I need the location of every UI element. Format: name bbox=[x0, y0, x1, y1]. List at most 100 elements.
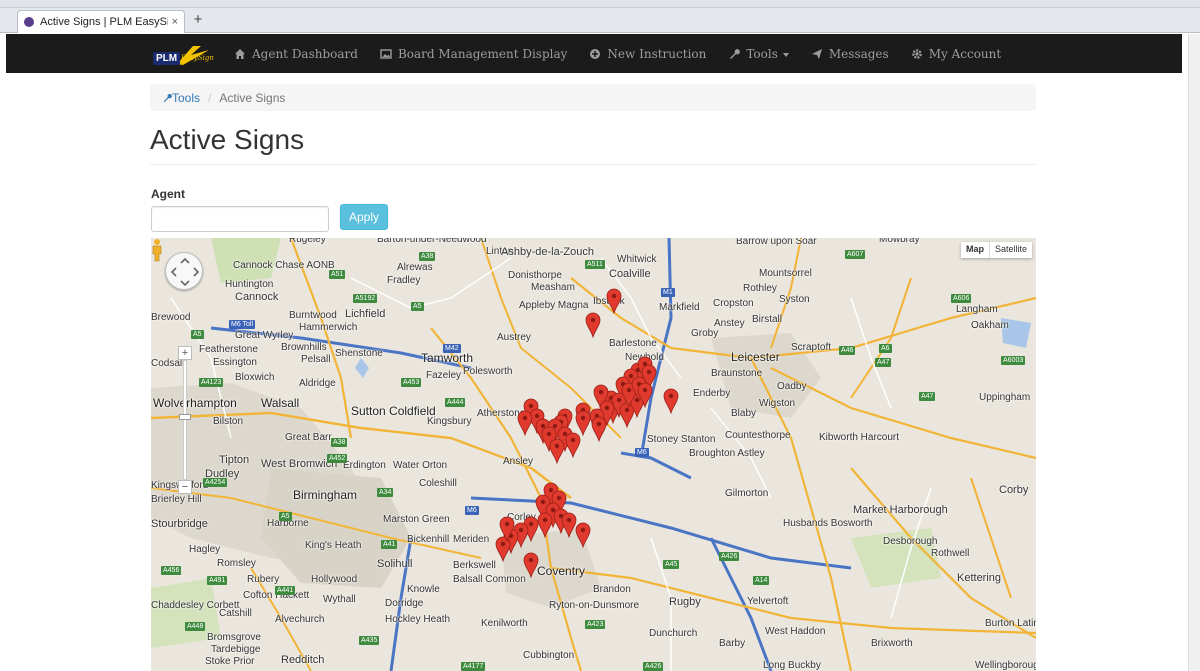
image-icon bbox=[380, 48, 392, 59]
sign-marker-icon[interactable] bbox=[537, 512, 553, 538]
map-place-label: West Bromwich bbox=[261, 458, 338, 470]
road-shield: M42 bbox=[443, 344, 461, 353]
zoom-out-button[interactable]: − bbox=[178, 480, 192, 494]
nav-messages[interactable]: Messages bbox=[811, 47, 889, 61]
tab-close-icon[interactable]: × bbox=[172, 16, 178, 28]
map-place-label: King's Heath bbox=[305, 540, 362, 551]
sign-marker-icon[interactable] bbox=[637, 382, 653, 408]
map-place-label: Catshill bbox=[219, 608, 252, 619]
map-place-label: Ryton-on-Dunsmore bbox=[549, 600, 640, 611]
road-shield: A426 bbox=[719, 552, 740, 561]
page-title: Active Signs bbox=[150, 124, 305, 155]
map-place-label: Bromsgrove bbox=[207, 632, 261, 643]
home-icon bbox=[235, 48, 245, 59]
sign-marker-icon[interactable] bbox=[575, 410, 591, 436]
sign-marker-icon[interactable] bbox=[549, 438, 565, 464]
map-place-label: Great Wyrley bbox=[235, 330, 294, 341]
map-place-label: Tipton bbox=[219, 454, 250, 466]
nav-tools-dropdown[interactable]: Tools bbox=[728, 47, 789, 61]
sign-marker-icon[interactable] bbox=[575, 522, 591, 548]
map-place-label: Yelvertoft bbox=[747, 596, 789, 607]
road-shield: A14 bbox=[753, 576, 770, 585]
map-place-label: Kenilworth bbox=[481, 618, 528, 629]
map-place-label: Walsall bbox=[261, 396, 300, 410]
map-place-label: Langham bbox=[956, 304, 998, 315]
road-shield: A4254 bbox=[203, 478, 228, 487]
map-place-label: Barrow upon Soar bbox=[736, 238, 817, 247]
road-shield: A38 bbox=[419, 252, 436, 261]
map-place-label: Coleshill bbox=[419, 478, 457, 489]
zoom-slider-track[interactable] bbox=[183, 360, 187, 480]
map-place-label: Balsall Common bbox=[453, 574, 526, 585]
road-shield: A47 bbox=[875, 358, 892, 367]
map-place-label: Wigston bbox=[759, 398, 796, 409]
road-shield: A426 bbox=[643, 662, 664, 671]
map-place-label: Brierley Hill bbox=[151, 494, 202, 505]
map-type-satellite-button[interactable]: Satellite bbox=[990, 242, 1032, 258]
send-icon bbox=[811, 48, 822, 59]
road-shield: A5 bbox=[279, 512, 292, 521]
map-place-label: Barlestone bbox=[609, 338, 657, 349]
nav-label: Agent Dashboard bbox=[252, 46, 358, 61]
map-place-label: Rugby bbox=[669, 596, 701, 608]
road-shield: A423 bbox=[585, 620, 606, 629]
map-place-label: Bloxwich bbox=[235, 372, 275, 383]
sign-marker-icon[interactable] bbox=[663, 388, 679, 414]
sign-marker-icon[interactable] bbox=[606, 288, 622, 314]
sign-marker-icon[interactable] bbox=[591, 416, 607, 442]
road-shield: M6 bbox=[465, 506, 479, 515]
map-pan-control[interactable] bbox=[165, 252, 203, 290]
map-place-label: Sutton Coldfield bbox=[351, 404, 436, 418]
map-place-label: Broughton Astley bbox=[689, 448, 765, 459]
nav-new-instruction[interactable]: New Instruction bbox=[589, 47, 706, 61]
breadcrumb-tools-link[interactable]: Tools bbox=[162, 91, 200, 105]
map-place-label: Bickenhill bbox=[407, 534, 450, 545]
map-place-label: Cropston bbox=[713, 298, 754, 309]
zoom-slider-thumb[interactable] bbox=[179, 414, 191, 420]
road-shield: A435 bbox=[359, 636, 380, 645]
pan-arrows-icon bbox=[170, 257, 200, 287]
map-place-label: Birstall bbox=[752, 314, 783, 325]
new-tab-button[interactable]: + bbox=[190, 11, 206, 29]
sign-marker-icon[interactable] bbox=[585, 312, 601, 338]
nav-my-account[interactable]: My Account bbox=[911, 47, 1001, 61]
map-place-label: Burntwood bbox=[289, 310, 337, 321]
map-place-label: Measham bbox=[531, 282, 575, 293]
road-shield: A41 bbox=[381, 540, 398, 549]
street-view-pegman-icon[interactable] bbox=[151, 238, 163, 262]
map-place-label: Brewood bbox=[151, 312, 191, 323]
map-place-label: Shenstone bbox=[335, 348, 383, 359]
road-shield: A46 bbox=[839, 346, 856, 355]
zoom-in-button[interactable]: + bbox=[178, 346, 192, 360]
browser-tab[interactable]: Active Signs | PLM EasySig... × bbox=[17, 10, 185, 33]
map-place-label: Coalville bbox=[609, 268, 651, 280]
road-shield: A38 bbox=[331, 438, 348, 447]
map-place-label: Gilmorton bbox=[725, 488, 769, 499]
map-place-label: Oakham bbox=[971, 320, 1009, 331]
apply-button[interactable]: Apply bbox=[340, 204, 388, 230]
agent-label: Agent bbox=[151, 187, 185, 201]
sign-marker-icon[interactable] bbox=[499, 516, 515, 542]
brand-logo[interactable]: PLM EasySign bbox=[153, 42, 215, 66]
google-map[interactable]: Rugeley Barton-under-Needwood Linton Ashby-… bbox=[151, 238, 1036, 671]
map-place-label: Scraptoft bbox=[791, 342, 832, 353]
agent-input[interactable] bbox=[151, 206, 329, 232]
nav-agent-dashboard[interactable]: Agent Dashboard bbox=[234, 47, 358, 61]
sign-marker-icon[interactable] bbox=[523, 552, 539, 578]
road-shield: A6003 bbox=[1001, 356, 1026, 365]
nav-label: Board Management Display bbox=[397, 46, 568, 61]
road-shield: A452 bbox=[327, 454, 348, 463]
map-place-label: Appleby Magna bbox=[519, 300, 589, 311]
browser-frame-top bbox=[0, 0, 1200, 8]
page-scrollbar[interactable] bbox=[1188, 34, 1200, 671]
sign-marker-icon[interactable] bbox=[517, 410, 533, 436]
nav-board-management-display[interactable]: Board Management Display bbox=[380, 47, 567, 61]
map-place-label: Water Orton bbox=[393, 460, 448, 471]
breadcrumb: Tools / Active Signs bbox=[150, 84, 1036, 111]
map-place-label: Polesworth bbox=[463, 366, 513, 377]
map-place-label: Rothley bbox=[743, 283, 777, 294]
road-shield: A456 bbox=[161, 566, 182, 575]
map-place-label: Barby bbox=[719, 638, 746, 649]
nav-label: Tools bbox=[746, 46, 778, 61]
map-type-map-button[interactable]: Map bbox=[961, 242, 990, 258]
